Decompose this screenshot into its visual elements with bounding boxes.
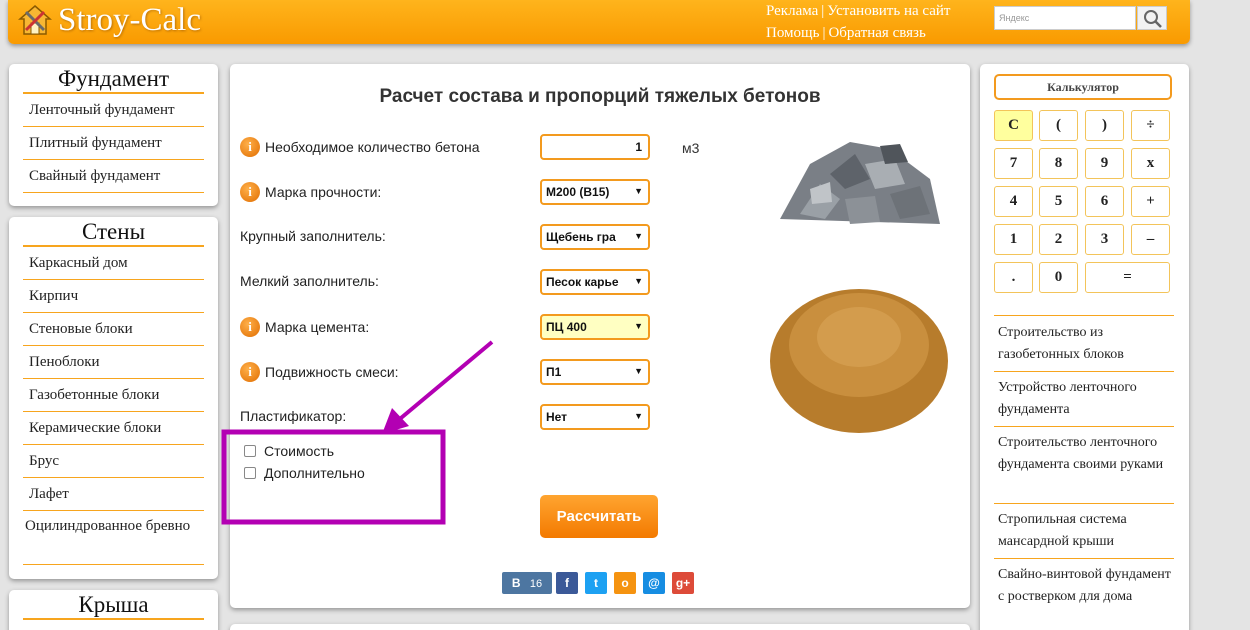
calc-key-clear[interactable]: C	[994, 110, 1033, 141]
calc-key-6[interactable]: 6	[1085, 186, 1124, 217]
annotation-box	[221, 429, 446, 525]
calculator-display[interactable]: Калькулятор	[994, 74, 1172, 100]
divider	[994, 315, 1174, 316]
article-link-strip-foundation[interactable]: Устройство ленточного фундамента	[998, 377, 1176, 421]
calc-key-5[interactable]: 5	[1039, 186, 1078, 217]
calc-key-close-paren[interactable]: )	[1085, 110, 1124, 141]
calc-key-7[interactable]: 7	[994, 148, 1033, 179]
calc-key-0[interactable]: 0	[1039, 262, 1078, 293]
article-link-diy-strip-foundation[interactable]: Строительство ленточного фундамента свои…	[998, 432, 1176, 476]
calc-key-9[interactable]: 9	[1085, 148, 1124, 179]
calc-key-8[interactable]: 8	[1039, 148, 1078, 179]
calc-key-multiply[interactable]: x	[1131, 148, 1170, 179]
calc-key-minus[interactable]: –	[1131, 224, 1170, 255]
annotation-arrow-line	[393, 340, 494, 425]
calc-key-divide[interactable]: ÷	[1131, 110, 1170, 141]
calc-key-2[interactable]: 2	[1039, 224, 1078, 255]
calc-key-open-paren[interactable]: (	[1039, 110, 1078, 141]
divider	[994, 371, 1174, 372]
calc-key-equals[interactable]: =	[1085, 262, 1170, 293]
calc-key-decimal[interactable]: .	[994, 262, 1033, 293]
divider	[994, 426, 1174, 427]
calc-key-plus[interactable]: +	[1131, 186, 1170, 217]
calc-key-1[interactable]: 1	[994, 224, 1033, 255]
article-link-mansard-roof[interactable]: Стропильная система мансардной крыши	[998, 509, 1176, 553]
article-link-screw-pile-foundation[interactable]: Свайно-винтовой фундамент с ростверком д…	[998, 564, 1176, 608]
divider	[994, 503, 1174, 504]
article-link-aerated-blocks[interactable]: Строительство из газобетонных блоков	[998, 322, 1176, 366]
calc-key-4[interactable]: 4	[994, 186, 1033, 217]
calc-key-3[interactable]: 3	[1085, 224, 1124, 255]
right-sidebar-panel: Калькулятор C ( ) ÷ 7 8 9 x 4 5 6 + 1 2 …	[980, 64, 1189, 630]
divider	[994, 558, 1174, 559]
